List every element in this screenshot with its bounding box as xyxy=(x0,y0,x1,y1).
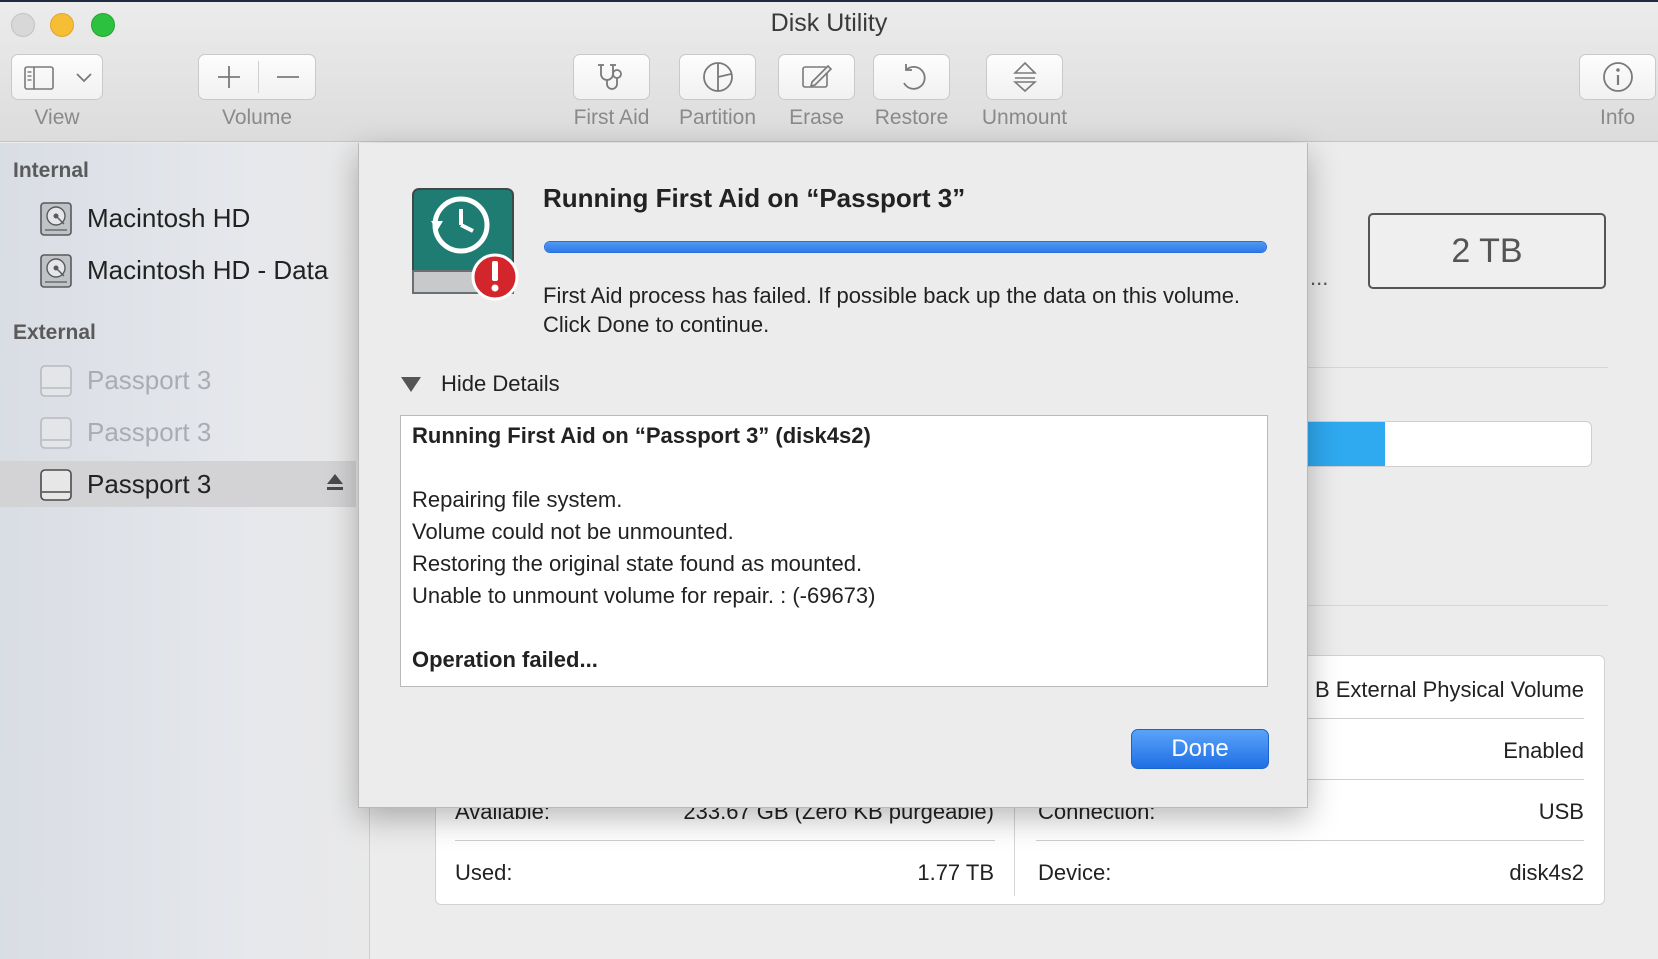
disk-utility-window: Disk Utility View Volume First Aid Parti… xyxy=(0,0,1658,959)
partition-button[interactable] xyxy=(679,54,756,100)
remove-volume-button[interactable] xyxy=(259,55,317,99)
erase-label: Erase xyxy=(789,106,844,129)
info-label: Info xyxy=(1599,106,1636,129)
first-aid-dialog: Running First Aid on “Passport 3” First … xyxy=(358,143,1308,808)
eject-icon[interactable] xyxy=(326,473,344,493)
sidebar-item-passport-3[interactable]: Passport 3 xyxy=(0,357,356,403)
log-heading: Running First Aid on “Passport 3” (disk4… xyxy=(412,423,871,448)
device-value: disk4s2 xyxy=(1509,860,1584,885)
first-aid-progress-bar xyxy=(544,241,1267,253)
erase-pencil-icon xyxy=(801,64,832,88)
sidebar: Internal Macintosh HD Macintosh HD - Dat… xyxy=(0,143,370,959)
log-line: Repairing file system. xyxy=(412,487,623,512)
internal-disk-icon xyxy=(40,254,72,288)
device-label: Device: xyxy=(1038,860,1112,885)
log-result: Operation failed... xyxy=(412,647,598,672)
disk-utility-app-icon xyxy=(412,188,519,301)
sidebar-item-label: Macintosh HD - Data xyxy=(87,254,329,285)
toolbar: Disk Utility View Volume First Aid Parti… xyxy=(0,0,1658,142)
owners-value: Enabled xyxy=(1503,738,1584,763)
done-button[interactable]: Done xyxy=(1131,729,1269,769)
window-title: Disk Utility xyxy=(770,9,888,37)
sidebar-item-passport-3[interactable]: Passport 3 xyxy=(0,409,356,455)
volume-segmented-control xyxy=(198,54,316,100)
first-aid-label: First Aid xyxy=(573,106,650,129)
restore-button[interactable] xyxy=(873,54,950,100)
row-separator xyxy=(455,840,995,841)
log-line: Volume could not be unmounted. xyxy=(412,519,734,544)
used-label: Used: xyxy=(455,860,513,885)
sidebar-item-macintosh-hd-data[interactable]: Macintosh HD - Data xyxy=(0,247,356,293)
hide-details-label: Hide Details xyxy=(441,371,560,396)
plus-icon xyxy=(218,66,240,88)
connection-value: USB xyxy=(1538,799,1584,824)
log-line: Restoring the original state found as mo… xyxy=(412,551,863,576)
log-spacer xyxy=(412,612,1256,644)
sidebar-header-internal: Internal xyxy=(13,159,89,182)
sidebar-item-label: Passport 3 xyxy=(87,416,212,447)
row-separator xyxy=(1036,840,1584,841)
details-log[interactable]: Running First Aid on “Passport 3” (disk4… xyxy=(400,415,1268,687)
dialog-message: First Aid process has failed. If possibl… xyxy=(543,283,1241,337)
stethoscope-icon xyxy=(597,64,622,90)
pie-partition-icon xyxy=(702,62,733,92)
truncated-text: ... xyxy=(1310,265,1329,290)
view-label: View xyxy=(34,106,80,129)
external-disk-icon xyxy=(40,469,72,501)
type-value: B External Physical Volume xyxy=(1314,677,1584,702)
restore-label: Restore xyxy=(874,106,949,129)
internal-disk-icon xyxy=(40,202,72,236)
external-disk-icon xyxy=(40,417,72,449)
volume-label: Volume xyxy=(221,106,293,129)
unmount-button[interactable] xyxy=(986,54,1063,100)
hide-details-toggle[interactable]: Hide Details xyxy=(401,371,560,397)
unmount-label: Unmount xyxy=(981,106,1068,129)
log-line: Unable to unmount volume for repair. : (… xyxy=(412,583,876,608)
add-volume-button[interactable] xyxy=(199,55,258,99)
partition-label: Partition xyxy=(678,106,757,129)
minus-icon xyxy=(277,76,299,78)
log-spacer xyxy=(412,452,1256,484)
sidebar-item-passport-3-selected[interactable]: Passport 3 xyxy=(0,461,356,507)
first-aid-button[interactable] xyxy=(573,54,650,100)
view-button[interactable] xyxy=(11,54,103,100)
unmount-icon xyxy=(1012,61,1037,93)
sidebar-item-label: Macintosh HD xyxy=(87,202,251,233)
sidebar-item-macintosh-hd[interactable]: Macintosh HD xyxy=(0,195,356,241)
external-disk-icon xyxy=(40,365,72,397)
sidebar-item-label: Passport 3 xyxy=(87,468,212,499)
restore-arrow-icon xyxy=(902,64,926,90)
sidebar-item-label: Passport 3 xyxy=(87,364,212,395)
disclosure-triangle-icon xyxy=(401,376,421,392)
chevron-down-icon xyxy=(76,73,92,83)
erase-button[interactable] xyxy=(778,54,855,100)
dialog-title: Running First Aid on “Passport 3” xyxy=(543,183,966,213)
screen-edge xyxy=(0,0,1658,2)
sidebar-header-external: External xyxy=(13,321,96,344)
capacity-badge: 2 TB xyxy=(1368,213,1606,289)
info-icon xyxy=(1602,62,1633,92)
progress-bar-fill xyxy=(545,242,1266,252)
sidebar-toggle-icon xyxy=(24,66,54,90)
info-button[interactable] xyxy=(1579,54,1656,100)
used-value: 1.77 TB xyxy=(917,860,994,885)
